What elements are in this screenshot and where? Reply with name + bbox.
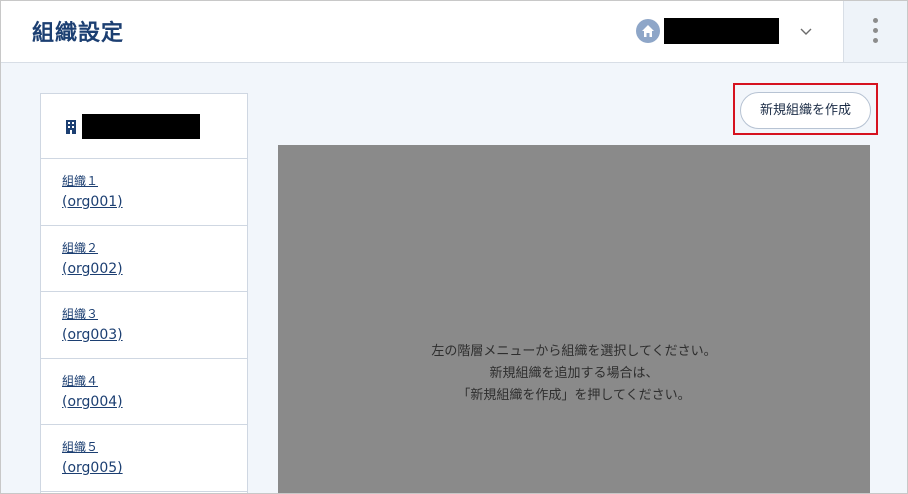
- org-list-item[interactable]: 組織４ (org004): [41, 359, 247, 426]
- org-list-item[interactable]: 組織１ (org001): [41, 159, 247, 226]
- home-icon[interactable]: [636, 19, 660, 43]
- organization-tree: 組織１ (org001) 組織２ (org002) 組織３ (org003) 組…: [40, 93, 248, 493]
- tree-root[interactable]: [41, 94, 247, 159]
- org-code-link[interactable]: (org003): [62, 325, 247, 345]
- more-menu-button[interactable]: [843, 1, 907, 62]
- org-name-link[interactable]: 組織３: [62, 306, 247, 322]
- org-name-link[interactable]: 組織２: [62, 240, 247, 256]
- org-code-link[interactable]: (org002): [62, 259, 247, 279]
- create-organization-button[interactable]: 新規組織を作成: [740, 92, 871, 129]
- content-panel: 左の階層メニューから組織を選択してください。 新規組織を追加する場合は、 「新規…: [278, 145, 870, 493]
- chevron-down-icon[interactable]: [798, 23, 814, 39]
- kebab-menu-icon: [873, 18, 879, 44]
- org-code-link[interactable]: (org005): [62, 458, 247, 478]
- root-organization-name-redacted: [82, 114, 200, 139]
- page-title: 組織設定: [32, 21, 125, 46]
- guide-line: 「新規組織を作成」を押してください。: [457, 388, 691, 403]
- org-list-item[interactable]: 組織５ (org005): [41, 425, 247, 492]
- header: 組織設定: [1, 1, 907, 63]
- guide-line: 左の階層メニューから組織を選択してください。: [431, 344, 717, 359]
- org-name-link[interactable]: 組織５: [62, 439, 247, 455]
- org-name-link[interactable]: 組織１: [62, 173, 247, 189]
- guide-line: 新規組織を追加する場合は、: [489, 366, 659, 381]
- guide-message: 左の階層メニューから組織を選択してください。 新規組織を追加する場合は、 「新規…: [278, 341, 870, 407]
- app-window: 組織設定 組織１ (org001) 組織２ (org002) 組織３ (org0…: [0, 0, 908, 494]
- org-code-link[interactable]: (org001): [62, 192, 247, 212]
- building-icon: [65, 119, 77, 134]
- org-list-item[interactable]: 組織２ (org002): [41, 226, 247, 293]
- org-list-item[interactable]: 組織３ (org003): [41, 292, 247, 359]
- org-name-link[interactable]: 組織４: [62, 373, 247, 389]
- tenant-name-redacted[interactable]: [664, 18, 779, 44]
- org-code-link[interactable]: (org004): [62, 392, 247, 412]
